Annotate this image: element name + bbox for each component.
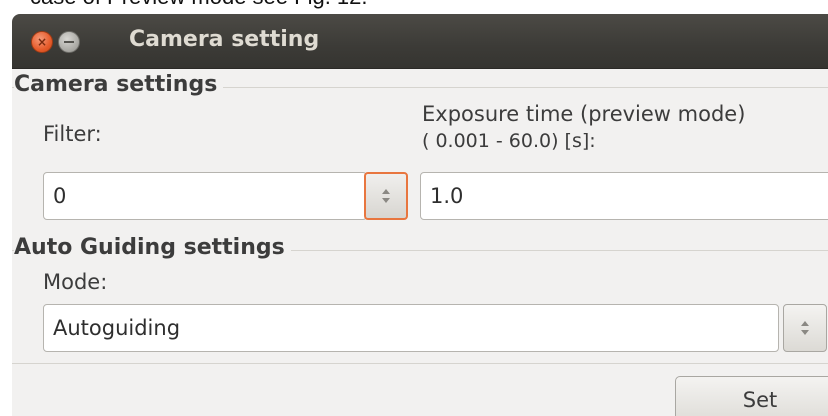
filter-spinner-button[interactable] — [364, 172, 408, 220]
window-title: Camera setting — [129, 27, 320, 52]
exposure-label-line2: ( 0.001 - 60.0) [s]: — [422, 130, 596, 152]
exposure-label-line1: Exposure time (preview mode) — [422, 102, 746, 126]
minimize-icon — [64, 41, 74, 43]
title-bar: × Camera setting — [12, 14, 828, 69]
filter-label: Filter: — [43, 122, 102, 146]
page: case of Preview mode see Fig. 12. × Came… — [0, 0, 828, 416]
set-button[interactable]: Set — [675, 376, 828, 416]
up-down-arrows-icon — [382, 189, 390, 203]
document-caption-fragment: case of Preview mode see Fig. 12. — [30, 0, 368, 10]
close-icon: × — [36, 35, 48, 49]
exposure-time-input[interactable]: 1.0 — [420, 172, 828, 220]
mode-spinner-button[interactable] — [783, 304, 827, 352]
minimize-button[interactable] — [58, 31, 80, 53]
mode-select[interactable]: Autoguiding — [43, 304, 779, 352]
close-button[interactable]: × — [31, 31, 53, 53]
camera-setting-window: × Camera setting Camera settings Filter:… — [12, 14, 828, 416]
mode-label: Mode: — [43, 270, 108, 294]
camera-settings-group-title: Camera settings — [14, 72, 224, 97]
bottom-divider — [12, 363, 828, 364]
filter-input[interactable]: 0 — [43, 172, 367, 220]
set-button-label: Set — [742, 388, 778, 412]
up-down-arrows-icon — [801, 321, 809, 335]
auto-guiding-group-title: Auto Guiding settings — [14, 235, 291, 260]
